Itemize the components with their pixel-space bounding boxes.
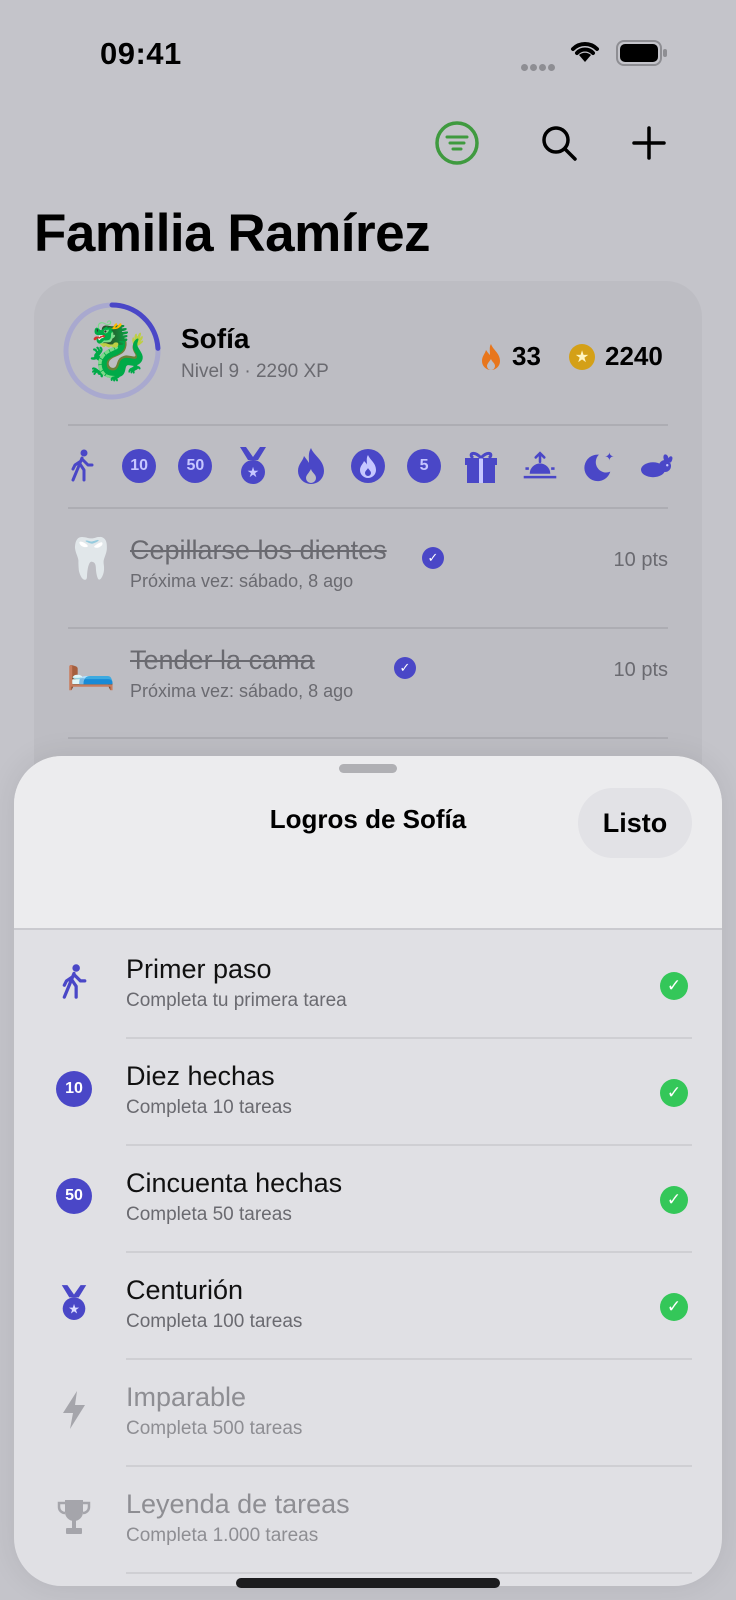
wifi-icon [568, 38, 602, 69]
streak-stat: 33 [480, 341, 541, 372]
number-badge-icon[interactable]: 5 [407, 449, 442, 483]
checkmark-icon: ✓ [660, 972, 688, 1000]
svg-text:★: ★ [68, 1302, 80, 1317]
checkmark-icon: ✓ [660, 1293, 688, 1321]
achievement-title: Imparable [126, 1382, 247, 1412]
achievement-title: Diez hechas [126, 1061, 275, 1091]
check-icon: ✓ [422, 547, 444, 569]
hare-icon[interactable] [638, 448, 674, 484]
flame-circle-icon[interactable] [350, 449, 385, 483]
chore-next-date: Próxima vez: sábado, 8 ago [130, 571, 354, 591]
search-button[interactable] [528, 112, 590, 174]
home-indicator[interactable] [236, 1578, 500, 1588]
toolbar [426, 112, 696, 174]
badges-row: 10 50 ★ 5 ✦ [64, 441, 674, 491]
status-time: 09:41 [100, 36, 182, 71]
divider [126, 1572, 692, 1574]
achievement-description: Completa 50 tareas [126, 1204, 292, 1225]
moon-stars-icon[interactable]: ✦ [580, 448, 616, 484]
chore-row[interactable]: 🛏️ Tender la cama Próxima vez: sábado, 8… [34, 621, 702, 729]
achievements-sheet: Logros de Sofía Listo Primer paso Comple… [14, 756, 722, 1586]
number-badge-icon[interactable]: 10 [122, 449, 157, 483]
chore-emoji: 🛏️ [66, 647, 116, 691]
checkmark-icon: ✓ [660, 1186, 688, 1214]
page-title: Familia Ramírez [34, 204, 431, 263]
walking-icon [54, 962, 94, 1002]
achievement-title: Leyenda de tareas [126, 1489, 350, 1519]
flame-icon[interactable] [293, 448, 329, 484]
gift-icon[interactable] [463, 448, 499, 484]
trophy-icon [54, 1497, 94, 1537]
divider [68, 424, 668, 426]
divider [68, 737, 668, 739]
done-button[interactable]: Listo [578, 788, 692, 858]
achievement-description: Completa tu primera tarea [126, 990, 347, 1011]
chore-title: Cepillarse los dientes [130, 535, 387, 565]
chore-points: 10 pts [613, 659, 668, 681]
achievement-title: Cincuenta hechas [126, 1168, 343, 1198]
number-badge-icon[interactable]: 50 [178, 449, 213, 483]
sheet-header: Logros de Sofía Listo [14, 756, 722, 930]
coins-value: 2240 [605, 341, 663, 371]
chore-row[interactable]: 🦷 Cepillarse los dientes Próxima vez: sá… [34, 511, 702, 619]
medal-icon[interactable]: ★ [235, 447, 271, 484]
add-button[interactable] [618, 112, 680, 174]
streak-value: 33 [512, 341, 541, 371]
battery-icon [616, 40, 668, 71]
app-screen: 09:41 Familia Ramírez 🐉 Sofía Nivel 9 · … [0, 0, 736, 1600]
divider [68, 507, 668, 509]
search-icon [542, 126, 577, 161]
flame-icon [482, 343, 500, 370]
member-name: Sofía [181, 323, 250, 354]
achievement-description: Completa 1.000 tareas [126, 1525, 319, 1546]
achievement-row[interactable]: 50 Cincuenta hechas Completa 50 tareas ✓ [14, 1146, 722, 1253]
signal-icon [521, 58, 557, 76]
achievement-description: Completa 100 tareas [126, 1311, 303, 1332]
achievement-description: Completa 10 tareas [126, 1097, 292, 1118]
star-coin-icon: ★ [569, 343, 595, 370]
bolt-icon [54, 1390, 94, 1430]
svg-text:✦: ✦ [604, 449, 614, 463]
achievement-title: Centurión [126, 1275, 244, 1305]
achievement-title: Primer paso [126, 954, 272, 984]
check-icon: ✓ [394, 657, 416, 679]
medal-icon: ★ [54, 1283, 94, 1323]
chore-emoji: 🦷 [66, 537, 116, 581]
coins-stat: ★ 2240 [569, 341, 663, 372]
achievement-description: Completa 500 tareas [126, 1418, 303, 1439]
member-level: Nivel 9 · 2290 XP [181, 361, 329, 382]
status-bar: 09:41 [0, 0, 736, 100]
number-badge-icon: 50 [56, 1178, 92, 1214]
avatar[interactable]: 🐉 [82, 319, 152, 383]
sunrise-icon[interactable] [522, 448, 558, 484]
achievement-row[interactable]: Primer paso Completa tu primera tarea ✓ [14, 932, 722, 1039]
achievement-row[interactable]: ★ Centurión Completa 100 tareas ✓ [14, 1253, 722, 1360]
chore-points: 10 pts [613, 549, 668, 571]
achievement-row[interactable]: Leyenda de tareas Completa 1.000 tareas [14, 1467, 722, 1574]
number-badge-icon: 10 [56, 1071, 92, 1107]
filter-lines-icon [435, 121, 479, 165]
achievement-row[interactable]: 10 Diez hechas Completa 10 tareas ✓ [14, 1039, 722, 1146]
svg-text:★: ★ [246, 465, 259, 481]
sheet-grabber[interactable] [339, 764, 397, 773]
filter-button[interactable] [426, 112, 488, 174]
chore-next-date: Próxima vez: sábado, 8 ago [130, 681, 354, 701]
chore-title: Tender la cama [130, 645, 315, 675]
checkmark-icon: ✓ [660, 1079, 688, 1107]
walking-icon[interactable] [64, 448, 100, 484]
plus-icon [632, 126, 666, 160]
achievement-row[interactable]: Imparable Completa 500 tareas [14, 1360, 722, 1467]
